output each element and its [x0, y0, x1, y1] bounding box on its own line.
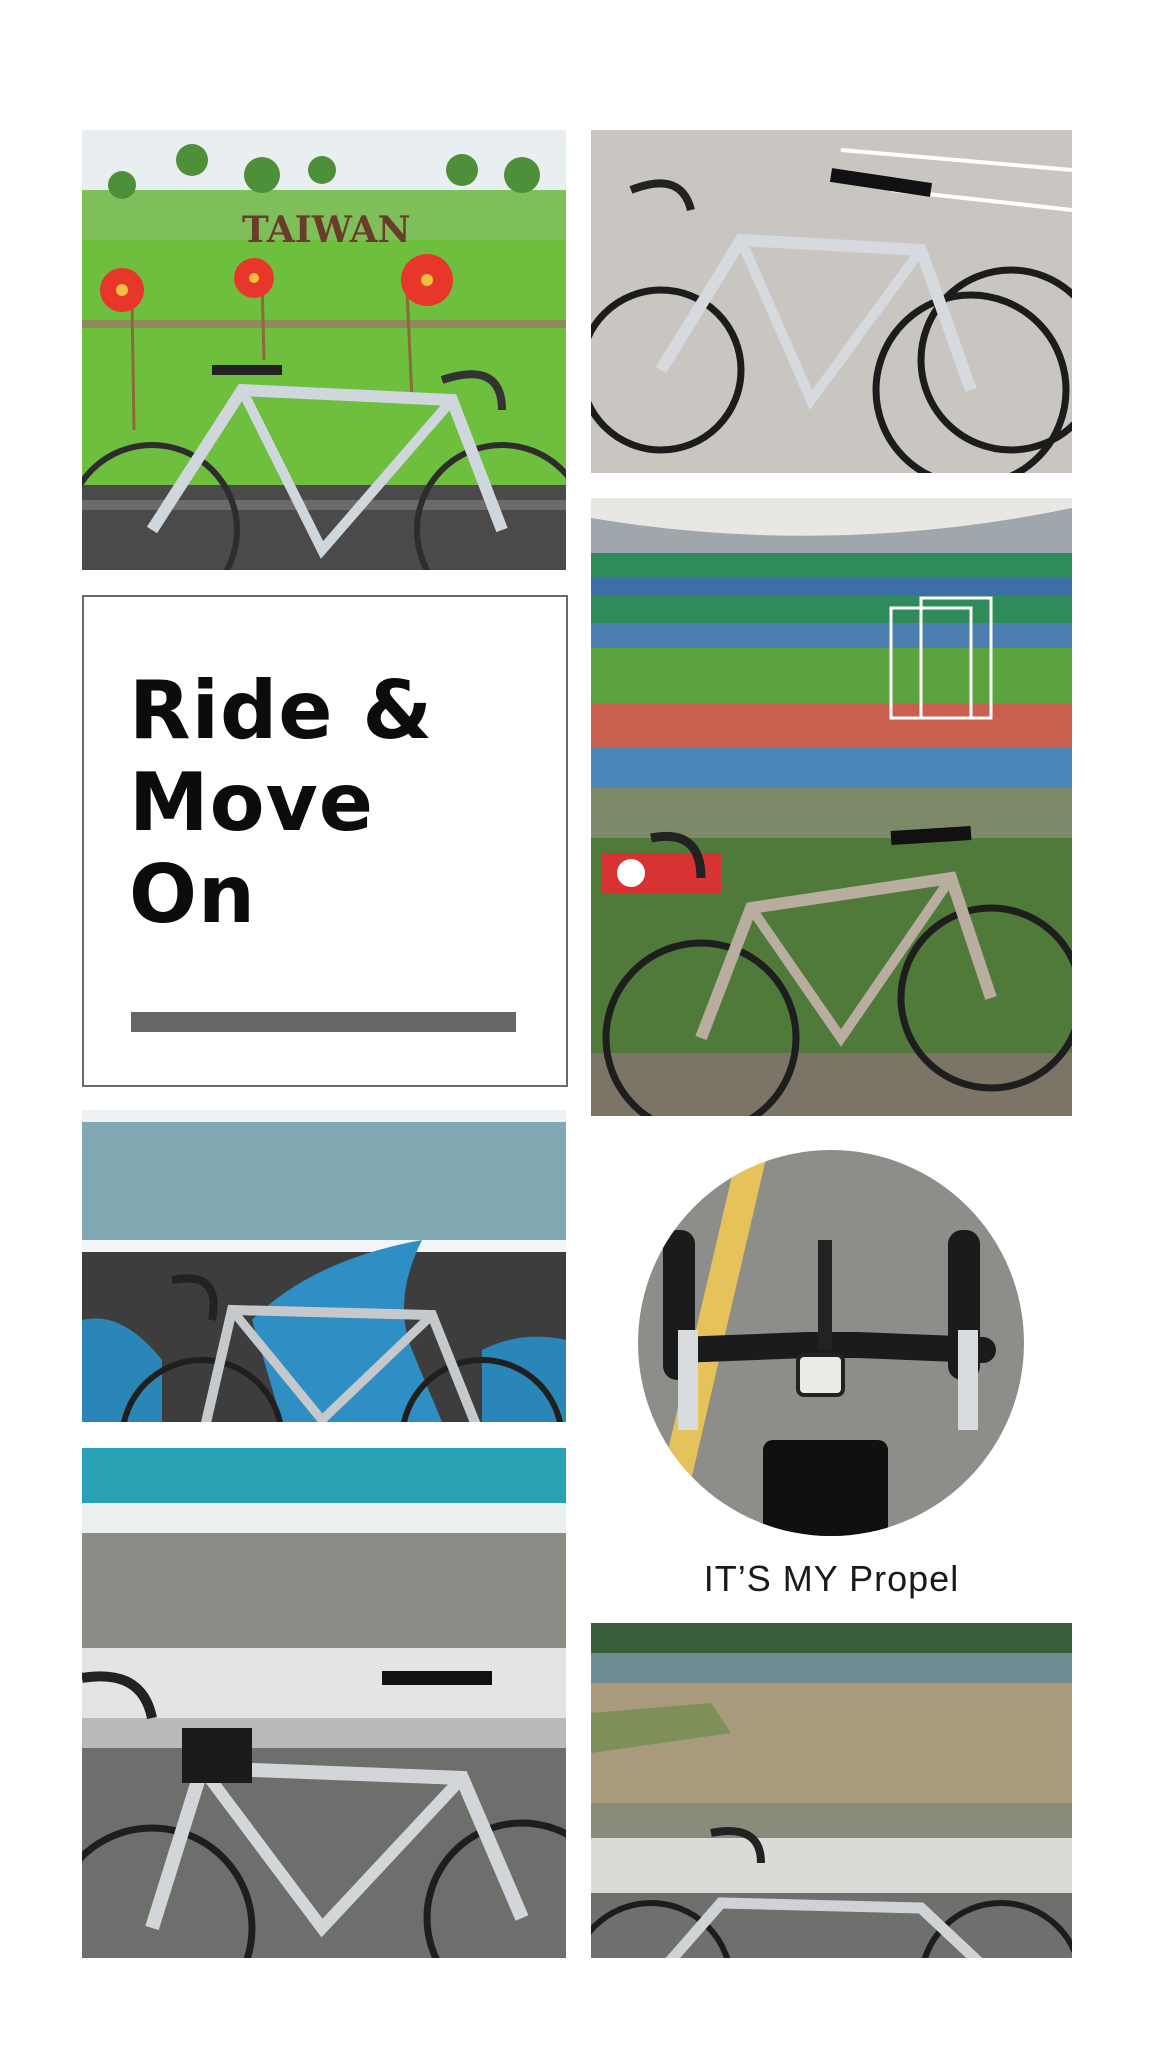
- photo-two-bikes-road: [591, 130, 1072, 473]
- photo-stadium-bike: [591, 498, 1072, 1116]
- title-line-1: Ride &: [129, 664, 434, 757]
- photo-beach-shark-bike: [82, 1110, 566, 1422]
- title-card: Ride & Move On: [82, 595, 568, 1087]
- photo-seaside-railing-bike: [82, 1448, 566, 1958]
- title-line-2: Move: [129, 756, 374, 849]
- taiwan-sign-text: TAIWAN: [242, 209, 411, 251]
- title-underline-bar: [131, 1012, 516, 1032]
- title-heading: Ride & Move On: [129, 665, 433, 941]
- caption-text: IT’S MY Propel: [703, 1558, 960, 1599]
- photo-handlebar-circle: [638, 1150, 1024, 1536]
- photo-river-bike: [591, 1623, 1072, 1958]
- title-line-3: On: [129, 848, 256, 941]
- photo-taiwan-field-bike: TAIWAN: [82, 130, 566, 570]
